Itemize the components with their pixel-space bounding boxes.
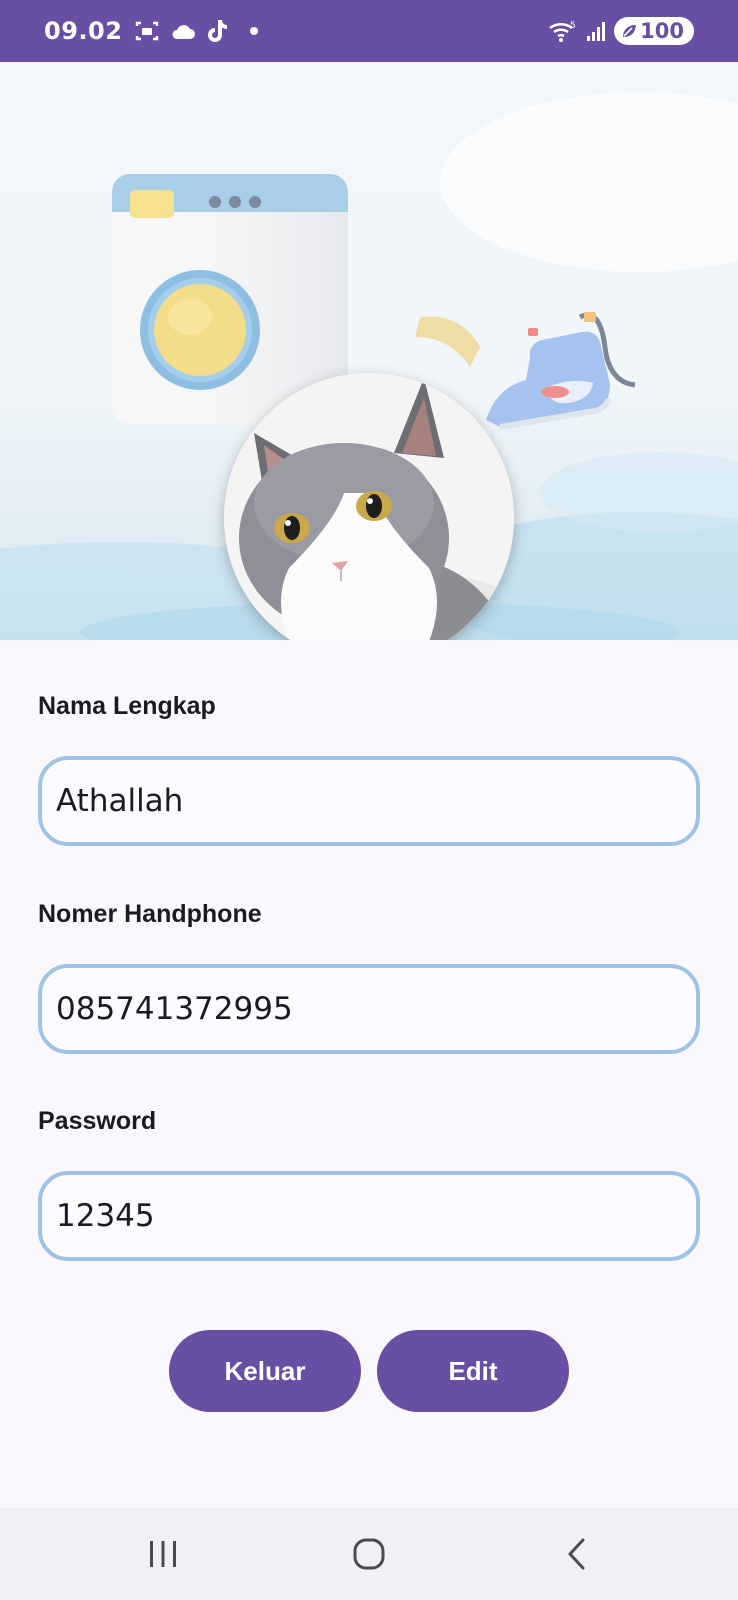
system-navigation-bar <box>0 1508 738 1600</box>
logout-button[interactable]: Keluar <box>169 1330 361 1412</box>
edit-button[interactable]: Edit <box>377 1330 569 1412</box>
screenshot-icon <box>136 21 159 41</box>
password-label: Password <box>38 1107 157 1135</box>
recent-apps-icon <box>150 1541 176 1567</box>
phone-input[interactable] <box>56 991 696 1027</box>
status-time: 09.02 <box>44 17 123 45</box>
name-field[interactable] <box>38 756 700 846</box>
notification-dot-icon <box>250 27 259 35</box>
recent-apps-button[interactable] <box>133 1530 193 1578</box>
signal-icon <box>587 22 606 41</box>
status-notification-icons <box>134 18 259 44</box>
back-button[interactable] <box>547 1530 607 1578</box>
network-type-label: 5 <box>570 21 576 31</box>
iron-icon <box>486 312 636 430</box>
wifi-icon: 5 <box>549 21 576 42</box>
battery-indicator: 100 <box>614 17 694 45</box>
profile-header-banner <box>0 62 738 640</box>
back-icon <box>568 1538 585 1570</box>
password-field[interactable] <box>38 1171 700 1261</box>
home-icon <box>353 1538 385 1570</box>
name-label: Nama Lengkap <box>38 692 216 720</box>
phone-field[interactable] <box>38 964 700 1054</box>
name-input[interactable] <box>56 783 696 819</box>
status-system-icons: 5 100 <box>548 17 694 45</box>
phone-label: Nomer Handphone <box>38 900 262 928</box>
cloud-icon <box>172 25 196 39</box>
home-button[interactable] <box>339 1530 399 1578</box>
status-bar: 09.02 5 100 <box>0 0 738 62</box>
tiktok-icon <box>208 20 228 42</box>
battery-level: 100 <box>640 19 684 43</box>
battery-saver-icon <box>623 25 637 37</box>
password-input[interactable] <box>56 1198 696 1234</box>
